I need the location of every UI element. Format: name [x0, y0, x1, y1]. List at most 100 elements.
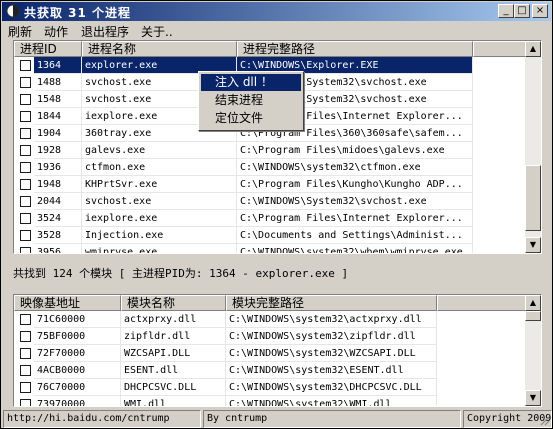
module-row[interactable]: 73970000 WMI.dll C:\WINDOWS\system32\WMI.d…	[14, 396, 541, 406]
row-checkbox[interactable]	[20, 213, 31, 224]
process-cell-path: C:\Documents and Settings\Administ...	[237, 227, 473, 244]
row-checkbox[interactable]	[20, 162, 31, 173]
col-empty	[473, 41, 527, 57]
process-row[interactable]: 2044 svchost.exe C:\WINDOWS\System32\svcho…	[14, 193, 541, 210]
module-row[interactable]: 71C60000 actxprxy.dll C:\WINDOWS\system32\…	[14, 311, 541, 328]
process-row[interactable]: 3956 wmiprvse.exe C:\WINDOWS\system32\wbem…	[14, 244, 541, 253]
module-cell-base: 75BF0000	[34, 328, 121, 345]
minimize-button[interactable]: _	[498, 4, 514, 18]
status-author: By cntrump	[203, 410, 461, 428]
process-cell-pid: 1844	[34, 108, 82, 125]
row-checkbox[interactable]	[20, 247, 31, 253]
row-checkbox[interactable]	[20, 348, 31, 359]
process-cell-path: C:\WINDOWS\system32\ctfmon.exe	[237, 159, 473, 176]
process-row[interactable]: 1928 galevs.exe C:\Program Files\midoes\ga…	[14, 142, 541, 159]
process-scrollbar[interactable]: ▲ ▼	[525, 41, 541, 253]
module-list-header: 映像基地址 模块名称 模块完整路径	[14, 295, 541, 311]
menu-about[interactable]: 关于..	[141, 23, 173, 40]
col-empty	[437, 295, 527, 311]
process-cell-name: ctfmon.exe	[82, 159, 237, 176]
process-list-header: 进程ID 进程名称 进程完整路径	[14, 41, 541, 57]
menu-bar: 刷新 动作 退出程序 关于..	[2, 21, 551, 39]
process-cell-pid: 1936	[34, 159, 82, 176]
module-cell-path: C:\WINDOWS\system32\zipfldr.dll	[226, 328, 437, 345]
module-row[interactable]: 75BF0000 zipfldr.dll C:\WINDOWS\system32\z…	[14, 328, 541, 345]
close-button[interactable]: ×	[532, 4, 548, 18]
maximize-button[interactable]: □	[514, 4, 530, 18]
module-cell-path: C:\WINDOWS\system32\DHCPCSVC.DLL	[226, 379, 437, 396]
row-checkbox[interactable]	[20, 399, 31, 406]
scroll-thumb[interactable]	[525, 165, 541, 231]
module-cell-base: 71C60000	[34, 311, 121, 328]
menu-refresh[interactable]: 刷新	[8, 23, 32, 40]
process-cell-pid: 1364	[34, 57, 82, 74]
menu-kill-process[interactable]: 结束进程	[201, 92, 301, 109]
scroll-down-button[interactable]: ▼	[525, 390, 541, 406]
row-checkbox[interactable]	[20, 230, 31, 241]
process-row[interactable]: 1936 ctfmon.exe C:\WINDOWS\system32\ctfmon…	[14, 159, 541, 176]
process-row[interactable]: 3524 iexplore.exe C:\Program Files\Interne…	[14, 210, 541, 227]
scroll-up-button[interactable]: ▲	[525, 295, 541, 311]
col-process-path[interactable]: 进程完整路径	[237, 41, 473, 57]
scroll-down-button[interactable]: ▼	[525, 237, 541, 253]
row-checkbox[interactable]	[20, 196, 31, 207]
row-checkbox[interactable]	[20, 331, 31, 342]
scroll-up-button[interactable]: ▲	[525, 41, 541, 57]
process-cell-name: wmiprvse.exe	[82, 244, 237, 253]
module-cell-name: zipfldr.dll	[121, 328, 226, 345]
row-checkbox[interactable]	[20, 314, 31, 325]
module-cell-name: WMI.dll	[121, 396, 226, 406]
module-cell-base: 72F70000	[34, 345, 121, 362]
row-checkbox[interactable]	[20, 145, 31, 156]
resize-grip-icon[interactable]	[538, 414, 550, 426]
module-scrollbar[interactable]: ▲ ▼	[525, 295, 541, 406]
module-row[interactable]: 76C70000 DHCPCSVC.DLL C:\WINDOWS\system32\…	[14, 379, 541, 396]
col-process-name[interactable]: 进程名称	[82, 41, 237, 57]
process-cell-name: Injection.exe	[82, 227, 237, 244]
scroll-thumb[interactable]	[525, 311, 541, 321]
process-cell-path: C:\WINDOWS\System32\svchost.exe	[237, 193, 473, 210]
context-menu: 注入 dll ！ 结束进程 定位文件	[198, 71, 304, 131]
row-checkbox[interactable]	[20, 94, 31, 105]
module-row[interactable]: 4ACB0000 ESENT.dll C:\WINDOWS\system32\ESE…	[14, 362, 541, 379]
process-row[interactable]: 1948 KHPrtSvr.exe C:\Program Files\Kungho\…	[14, 176, 541, 193]
process-cell-pid: 3956	[34, 244, 82, 253]
process-cell-pid: 3528	[34, 227, 82, 244]
row-checkbox[interactable]	[20, 77, 31, 88]
row-checkbox[interactable]	[20, 128, 31, 139]
menu-locate-file[interactable]: 定位文件	[201, 110, 301, 127]
module-cell-path: C:\WINDOWS\system32\actxprxy.dll	[226, 311, 437, 328]
col-pid[interactable]: 进程ID	[14, 41, 82, 57]
process-cell-pid: 3524	[34, 210, 82, 227]
menu-action[interactable]: 动作	[44, 23, 68, 40]
row-checkbox[interactable]	[20, 111, 31, 122]
process-cell-path: C:\WINDOWS\system32\wbem\wmiprvse.exe	[237, 244, 473, 253]
row-checkbox[interactable]	[20, 382, 31, 393]
process-cell-path: C:\Program Files\midoes\galevs.exe	[237, 142, 473, 159]
process-row[interactable]: 3528 Injection.exe C:\Documents and Settin…	[14, 227, 541, 244]
app-icon	[6, 4, 20, 18]
col-module-path[interactable]: 模块完整路径	[226, 295, 437, 311]
row-checkbox[interactable]	[20, 365, 31, 376]
process-cell-path: C:\Program Files\Internet Explorer...	[237, 210, 473, 227]
module-summary: 共找到 124 个模块 [ 主进程PID为: 1364 - explorer.e…	[13, 267, 349, 280]
module-cell-base: 4ACB0000	[34, 362, 121, 379]
process-cell-path: C:\Program Files\Kungho\Kungho ADP...	[237, 176, 473, 193]
row-checkbox[interactable]	[20, 179, 31, 190]
module-cell-name: WZCSAPI.DLL	[121, 345, 226, 362]
process-cell-name: galevs.exe	[82, 142, 237, 159]
main-window: 共获取 31 个进程 _ □ × 刷新 动作 退出程序 关于.. 进程ID 进程…	[0, 0, 553, 429]
menu-inject-dll[interactable]: 注入 dll ！	[201, 74, 301, 91]
module-cell-base: 76C70000	[34, 379, 121, 396]
title-bar[interactable]: 共获取 31 个进程 _ □ ×	[2, 2, 551, 21]
col-module-name[interactable]: 模块名称	[121, 295, 226, 311]
row-checkbox[interactable]	[20, 60, 31, 71]
module-list[interactable]: 映像基地址 模块名称 模块完整路径 71C60000 actxprxy.dll C:…	[13, 294, 542, 407]
menu-exit[interactable]: 退出程序	[81, 23, 129, 40]
col-base-address[interactable]: 映像基地址	[14, 295, 121, 311]
process-cell-pid: 1548	[34, 91, 82, 108]
module-row[interactable]: 72F70000 WZCSAPI.DLL C:\WINDOWS\system32\W…	[14, 345, 541, 362]
module-cell-path: C:\WINDOWS\system32\WMI.dll	[226, 396, 437, 406]
process-cell-pid: 1488	[34, 74, 82, 91]
process-cell-name: iexplore.exe	[82, 210, 237, 227]
